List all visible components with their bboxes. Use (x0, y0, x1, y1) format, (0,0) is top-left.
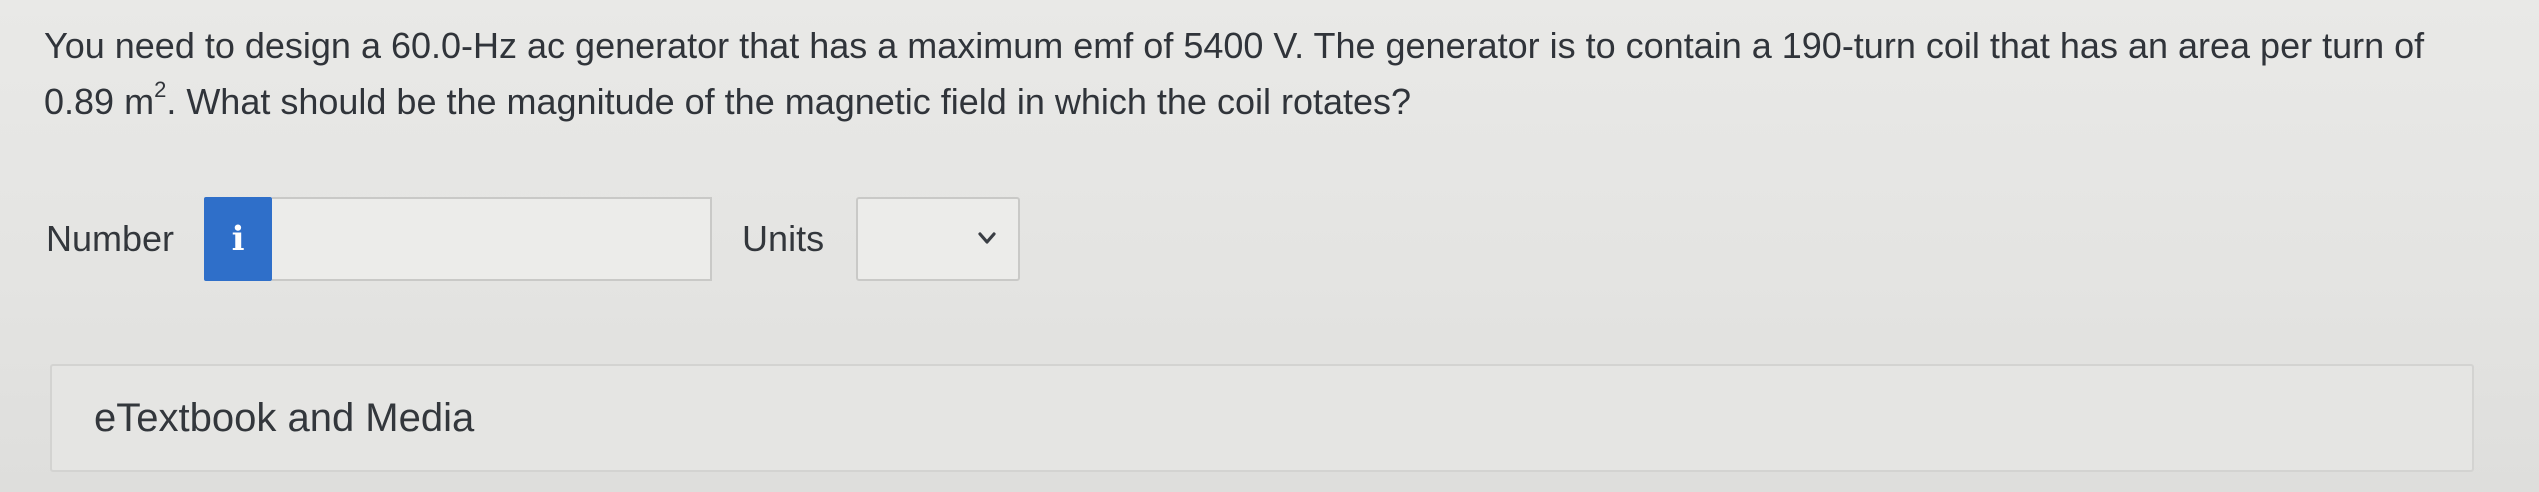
question-text: You need to design a 60.0-Hz ac generato… (44, 18, 2494, 130)
question-text-part2: . What should be the magnitude of the ma… (166, 81, 1412, 122)
units-label: Units (742, 218, 825, 259)
answer-row: Number i Units (46, 196, 1021, 282)
question-superscript: 2 (154, 77, 167, 102)
chevron-down-icon (978, 232, 996, 244)
info-icon[interactable]: i (204, 197, 273, 281)
number-input[interactable] (272, 197, 713, 281)
units-dropdown[interactable] (856, 197, 1021, 281)
etextbook-media-panel[interactable]: eTextbook and Media (50, 364, 2474, 472)
number-label: Number (46, 218, 175, 259)
info-icon-glyph: i (231, 219, 245, 259)
etextbook-media-label: eTextbook and Media (94, 395, 475, 440)
